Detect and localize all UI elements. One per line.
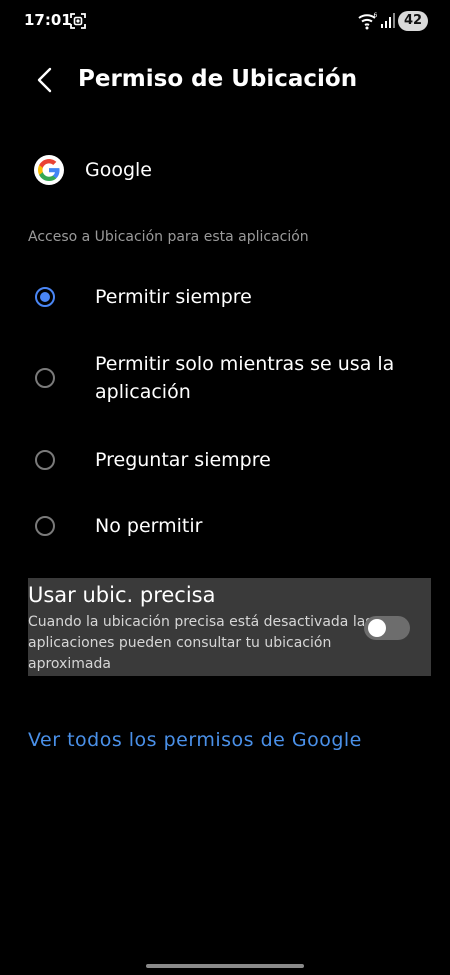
screen-record-icon bbox=[70, 13, 86, 29]
section-label: Acceso a Ubicación para esta aplicación bbox=[28, 229, 309, 245]
radio-unselected[interactable] bbox=[35, 368, 55, 388]
battery-indicator: 42 bbox=[398, 11, 428, 31]
app-row: Google bbox=[0, 145, 450, 197]
status-bar: 17:01 6 42 bbox=[0, 0, 450, 44]
signal-icon bbox=[381, 13, 395, 28]
option-label: No permitir bbox=[95, 515, 203, 537]
option-no-permitir[interactable]: No permitir bbox=[0, 511, 450, 541]
status-time: 17:01 bbox=[24, 11, 72, 29]
google-logo-icon bbox=[34, 155, 64, 185]
option-permitir-siempre[interactable]: Permitir siempre bbox=[0, 282, 450, 312]
radio-unselected[interactable] bbox=[35, 516, 55, 536]
precise-location-description: Cuando la ubicación precisa está desacti… bbox=[28, 614, 373, 672]
option-label: Preguntar siempre bbox=[95, 449, 271, 471]
radio-unselected[interactable] bbox=[35, 450, 55, 470]
app-name: Google bbox=[85, 159, 153, 181]
precise-location-setting[interactable]: Usar ubic. precisa Cuando la ubicación p… bbox=[28, 578, 431, 676]
option-label: Permitir siempre bbox=[95, 286, 252, 308]
view-all-permissions-link[interactable]: Ver todos los permisos de Google bbox=[28, 729, 362, 751]
precise-location-title: Usar ubic. precisa bbox=[28, 583, 216, 607]
back-arrow-icon bbox=[34, 66, 54, 98]
option-preguntar-siempre[interactable]: Preguntar siempre bbox=[0, 445, 450, 475]
option-permitir-mientras-uso[interactable]: Permitir solo mientras se usa la aplicac… bbox=[0, 349, 450, 407]
page-title: Permiso de Ubicación bbox=[78, 66, 358, 92]
svg-text:6: 6 bbox=[374, 12, 378, 19]
radio-selected[interactable] bbox=[35, 287, 55, 307]
back-button[interactable] bbox=[26, 64, 62, 100]
home-indicator[interactable] bbox=[146, 964, 304, 968]
option-label: Permitir solo mientras se usa la aplicac… bbox=[95, 353, 395, 403]
precise-location-toggle[interactable] bbox=[364, 616, 410, 640]
wifi-icon: 6 bbox=[358, 12, 378, 30]
toggle-knob bbox=[368, 619, 386, 637]
